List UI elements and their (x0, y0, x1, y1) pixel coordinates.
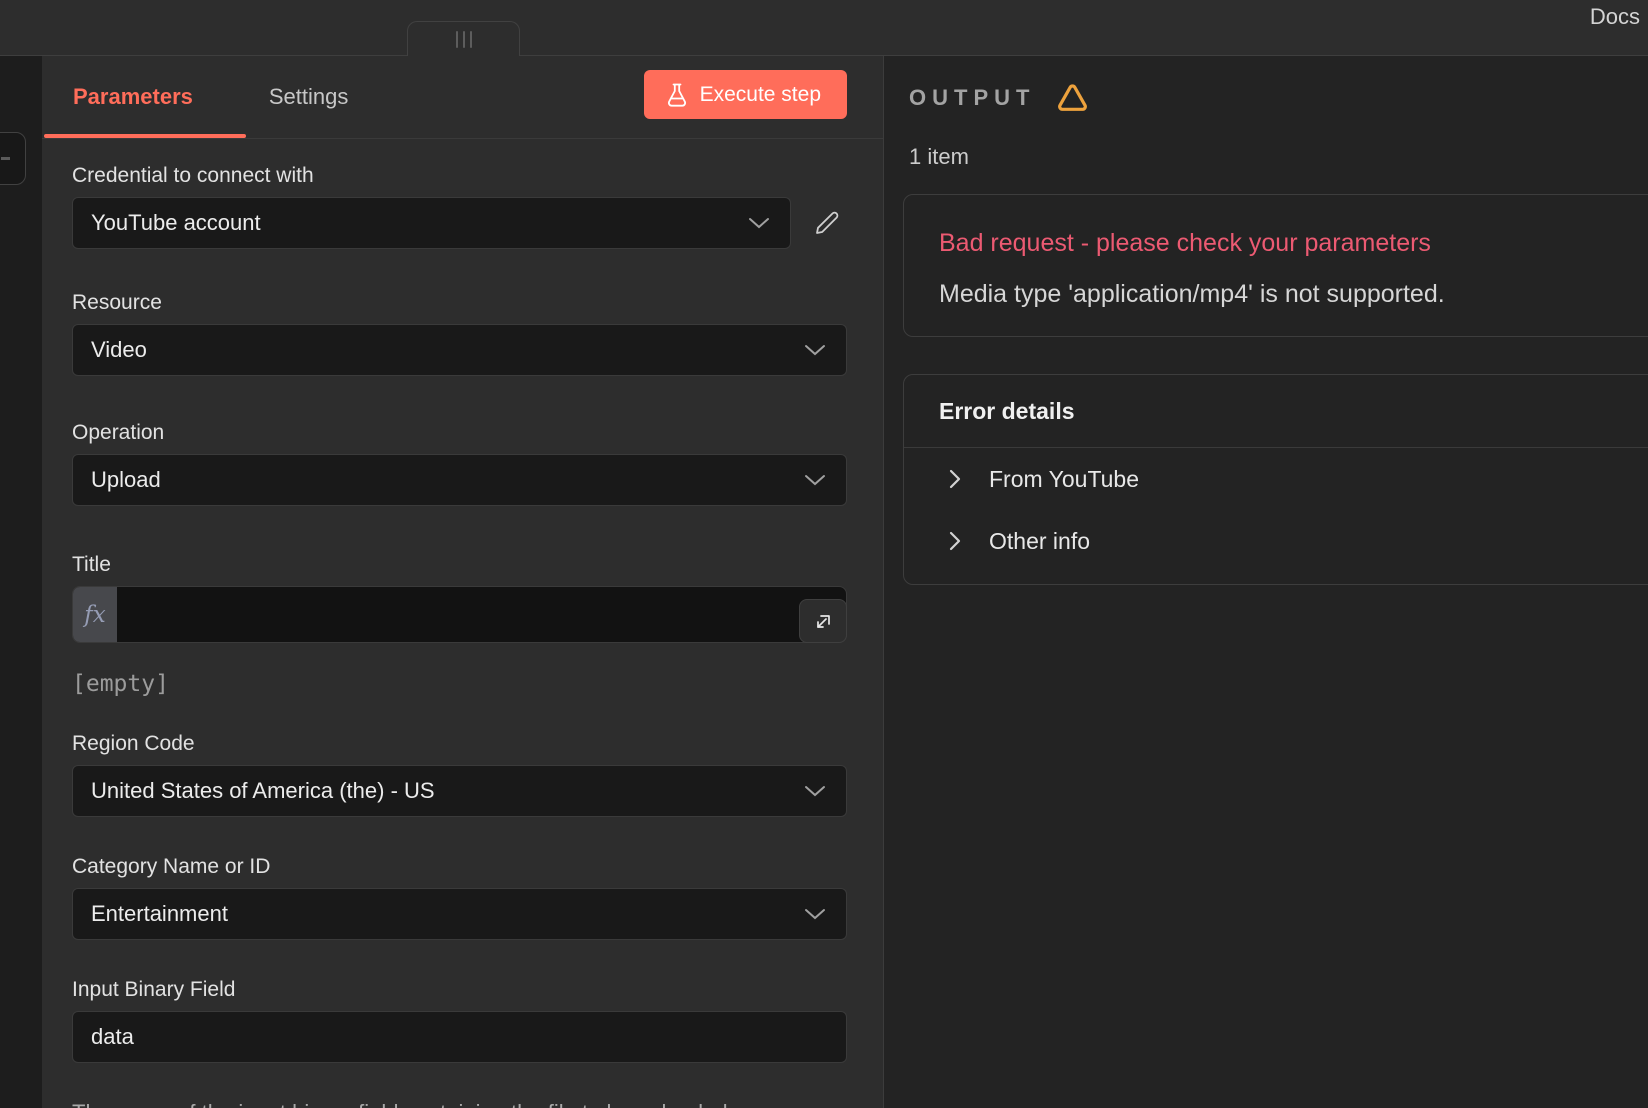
panel-drag-handle[interactable] (407, 21, 520, 56)
operation-label: Operation (72, 420, 847, 446)
output-panel: OUTPUT 1 item Bad request - please check… (884, 56, 1648, 1108)
fx-expression-icon: fx (73, 587, 117, 642)
error-card: Bad request - please check your paramete… (903, 194, 1648, 337)
error-details-card: Error details From YouTube Other info (903, 374, 1648, 585)
tab-settings[interactable]: Settings (269, 84, 349, 110)
grip-icon (456, 31, 458, 48)
output-title: OUTPUT (909, 85, 1035, 111)
execute-step-button[interactable]: Execute step (644, 70, 847, 119)
execute-step-label: Execute step (700, 83, 821, 107)
credential-value: YouTube account (91, 210, 261, 236)
warning-triangle-icon (1057, 84, 1088, 112)
chevron-right-icon (949, 531, 961, 551)
canvas-strip (0, 56, 42, 1108)
minus-icon (1, 157, 10, 160)
category-select[interactable]: Entertainment (72, 888, 847, 940)
input-panel-button[interactable] (0, 132, 26, 185)
input-binary-field-label: Input Binary Field (72, 977, 847, 1003)
active-tab-underline (44, 134, 246, 138)
chevron-down-icon (748, 216, 770, 230)
title-empty-state: [empty] (72, 671, 847, 697)
open-expression-editor-button[interactable] (799, 599, 847, 643)
region-code-label: Region Code (72, 731, 847, 757)
docs-link[interactable]: Docs (1590, 4, 1640, 30)
title-label: Title (72, 552, 847, 578)
parameters-form: Credential to connect with YouTube accou… (42, 163, 883, 1108)
credential-label: Credential to connect with (72, 163, 847, 189)
operation-value: Upload (91, 467, 161, 493)
top-bar: Docs (0, 0, 1648, 56)
chevron-down-icon (804, 907, 826, 921)
category-label: Category Name or ID (72, 854, 847, 880)
input-binary-field-description: The name of the input binary field conta… (72, 1099, 847, 1108)
error-detail-row-other-info[interactable]: Other info (904, 510, 1648, 572)
output-items-count: 1 item (909, 144, 969, 170)
pencil-icon (814, 210, 840, 236)
flask-icon (666, 83, 688, 107)
chevron-down-icon (804, 784, 826, 798)
error-message: Media type 'application/mp4' is not supp… (939, 280, 1445, 309)
category-value: Entertainment (91, 901, 228, 927)
grip-icon (463, 31, 465, 48)
error-title: Bad request - please check your paramete… (939, 229, 1431, 258)
resource-value: Video (91, 337, 147, 363)
detail-row-label: Other info (989, 528, 1090, 555)
detail-row-label: From YouTube (989, 466, 1139, 493)
resource-label: Resource (72, 290, 847, 316)
chevron-right-icon (949, 469, 961, 489)
resource-select[interactable]: Video (72, 324, 847, 376)
title-input[interactable] (117, 587, 846, 642)
node-details-view: Docs Parameters Settings (0, 0, 1648, 1108)
chevron-down-icon (804, 343, 826, 357)
title-expression-field: fx (72, 586, 847, 643)
panel-header: Parameters Settings Execute step (42, 56, 883, 139)
region-code-value: United States of America (the) - US (91, 778, 435, 804)
edit-credential-button[interactable] (808, 204, 846, 242)
chevron-down-icon (804, 473, 826, 487)
credential-select[interactable]: YouTube account (72, 197, 791, 249)
error-details-title: Error details (904, 375, 1648, 448)
region-code-select[interactable]: United States of America (the) - US (72, 765, 847, 817)
operation-select[interactable]: Upload (72, 454, 847, 506)
parameters-panel: Parameters Settings Execute step Credent… (42, 56, 883, 1108)
tab-parameters[interactable]: Parameters (73, 84, 193, 110)
input-binary-field-input[interactable] (72, 1011, 847, 1063)
error-detail-row-from-youtube[interactable]: From YouTube (904, 448, 1648, 510)
grip-icon (470, 31, 472, 48)
expand-icon (814, 612, 833, 631)
